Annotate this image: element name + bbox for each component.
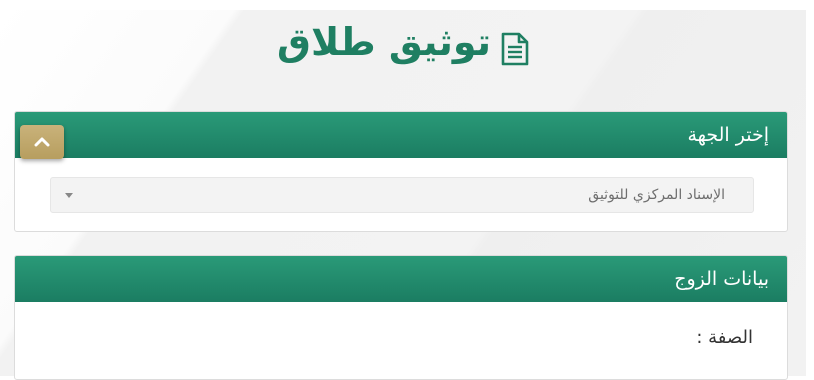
entity-panel: إختر الجهة الإسناد المركزي للتوثيق bbox=[14, 111, 788, 232]
entity-panel-header: إختر الجهة bbox=[15, 112, 787, 158]
page-title-text: توثيق طلاق bbox=[277, 20, 491, 64]
collapse-button[interactable] bbox=[20, 125, 64, 159]
husband-panel-header: بيانات الزوج bbox=[15, 256, 787, 302]
document-icon bbox=[501, 25, 529, 65]
dropdown-caret-icon bbox=[65, 193, 73, 198]
entity-select-value: الإسناد المركزي للتوثيق bbox=[588, 187, 725, 203]
entity-select[interactable]: الإسناد المركزي للتوثيق bbox=[50, 177, 754, 213]
capacity-label: الصفة : bbox=[696, 327, 753, 348]
husband-panel-title: بيانات الزوج bbox=[674, 268, 769, 290]
chevron-up-icon bbox=[34, 137, 50, 147]
top-strip bbox=[0, 0, 814, 10]
page-title: توثيق طلاق bbox=[0, 14, 806, 70]
entity-panel-title: إختر الجهة bbox=[687, 124, 769, 146]
husband-panel: بيانات الزوج الصفة : bbox=[14, 255, 788, 380]
